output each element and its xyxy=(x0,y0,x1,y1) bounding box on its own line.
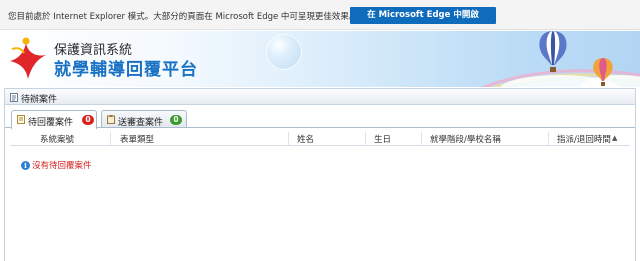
column-divider xyxy=(288,132,289,146)
column-school-stage[interactable]: 就學階段/學校名稱 xyxy=(430,133,501,145)
tab-pending-reply[interactable]: 待回覆案件 0 xyxy=(11,110,97,129)
hot-air-balloon-icon xyxy=(539,31,567,72)
tab-sent-for-review[interactable]: 送審查案件 0 xyxy=(101,110,187,128)
column-divider xyxy=(365,132,366,146)
list-icon xyxy=(10,93,18,102)
open-in-edge-button[interactable]: 在 Microsoft Edge 中開啟 xyxy=(350,7,496,24)
ie-mode-bar: 您目前處於 Internet Explorer 模式。大部分的頁面在 Micro… xyxy=(0,0,640,30)
column-divider xyxy=(421,132,422,146)
small-balloon-icon xyxy=(593,58,613,86)
grid-header: 系統案號 表單類型 姓名 生日 就學階段/學校名稱 指派/退回時間 ▲ xyxy=(10,132,630,146)
count-badge: 0 xyxy=(170,115,182,125)
bubble-decoration xyxy=(266,34,302,70)
panel-title-bar: 待辦案件 xyxy=(5,89,635,105)
column-divider xyxy=(548,132,549,146)
panel-title: 待辦案件 xyxy=(21,95,58,105)
count-badge: 0 xyxy=(82,115,94,125)
platform-name: 就學輔導回覆平台 xyxy=(54,60,198,80)
tab-divider xyxy=(5,127,635,128)
info-icon: i xyxy=(21,160,30,170)
column-name[interactable]: 姓名 xyxy=(297,133,314,145)
column-form-type[interactable]: 表單類型 xyxy=(120,133,154,145)
tab-label: 待回覆案件 xyxy=(28,118,74,128)
edit-document-icon xyxy=(17,115,25,124)
sort-ascending-icon[interactable]: ▲ xyxy=(612,134,617,142)
logo-icon xyxy=(10,37,46,79)
empty-message: 沒有待回覆案件 xyxy=(32,161,92,171)
clipboard-icon xyxy=(107,115,115,124)
column-assigned-time[interactable]: 指派/退回時間 xyxy=(557,133,611,145)
empty-state: i 沒有待回覆案件 xyxy=(21,159,92,171)
ie-mode-message: 您目前處於 Internet Explorer 模式。大部分的頁面在 Micro… xyxy=(8,12,358,22)
column-birthday[interactable]: 生日 xyxy=(374,133,391,145)
column-divider xyxy=(110,132,111,146)
site-header: 保護資訊系統 就學輔導回覆平台 xyxy=(0,31,640,87)
pending-cases-panel: 待辦案件 待回覆案件 0 送審查案件 0 系統案號 表單類型 姓名 生日 就學階… xyxy=(4,88,636,261)
column-case-number[interactable]: 系統案號 xyxy=(40,133,74,145)
